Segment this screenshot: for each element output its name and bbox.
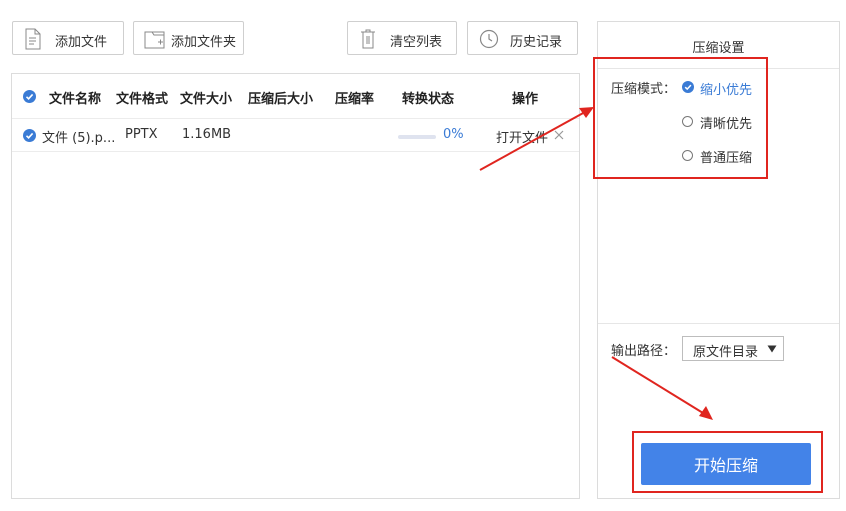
file-name: 文件 (5).p... [42, 131, 116, 146]
highlight-box [593, 57, 768, 179]
open-file-link[interactable]: 打开文件 [496, 127, 548, 146]
table-row[interactable]: 文件 (5).p... PPTX 1.16MB 0% 打开文件 [12, 118, 579, 152]
divider [598, 323, 839, 324]
add-file-button[interactable]: 添加文件 [12, 21, 124, 55]
settings-title: 压缩设置 [692, 41, 745, 56]
col-file-name: 文件名称 [49, 92, 102, 107]
col-actions: 操作 [512, 92, 539, 107]
file-list-panel: 文件名称 文件格式 文件大小 压缩后大小 压缩率 转换状态 操作 文件 (5).… [11, 73, 580, 499]
row-checkbox[interactable] [23, 129, 36, 142]
table-header: 文件名称 文件格式 文件大小 压缩后大小 压缩率 转换状态 操作 [12, 74, 579, 119]
file-size: 1.16MB [182, 127, 232, 142]
dropdown-arrow-icon [767, 345, 777, 353]
col-file-format: 文件格式 [116, 92, 169, 107]
file-format: PPTX [125, 127, 158, 142]
progress-text: 0% [443, 127, 464, 142]
history-button[interactable]: 历史记录 [467, 21, 578, 55]
add-file-label: 添加文件 [55, 35, 108, 50]
col-ratio: 压缩率 [335, 92, 375, 107]
checkmark-icon [25, 132, 34, 139]
col-file-size: 文件大小 [180, 92, 233, 107]
col-status: 转换状态 [402, 92, 455, 107]
clear-list-button[interactable]: 清空列表 [347, 21, 457, 55]
output-path-value: 原文件目录 [693, 345, 759, 360]
clear-list-label: 清空列表 [390, 35, 443, 50]
trash-icon [361, 29, 375, 49]
file-icon [25, 28, 41, 50]
close-icon[interactable] [554, 130, 564, 140]
clock-icon [479, 29, 499, 49]
col-compressed-size: 压缩后大小 [248, 92, 314, 107]
select-all-checkbox[interactable] [23, 90, 36, 103]
checkmark-icon [25, 93, 34, 100]
arrow-head [579, 107, 594, 118]
output-path-label: 输出路径： [611, 344, 677, 359]
folder-icon [144, 31, 165, 49]
add-folder-button[interactable]: 添加文件夹 [133, 21, 244, 55]
history-label: 历史记录 [510, 35, 563, 50]
add-folder-label: 添加文件夹 [171, 35, 237, 50]
output-path-select[interactable]: 原文件目录 [682, 336, 784, 361]
progress-bar [398, 135, 436, 139]
highlight-box [632, 431, 823, 493]
